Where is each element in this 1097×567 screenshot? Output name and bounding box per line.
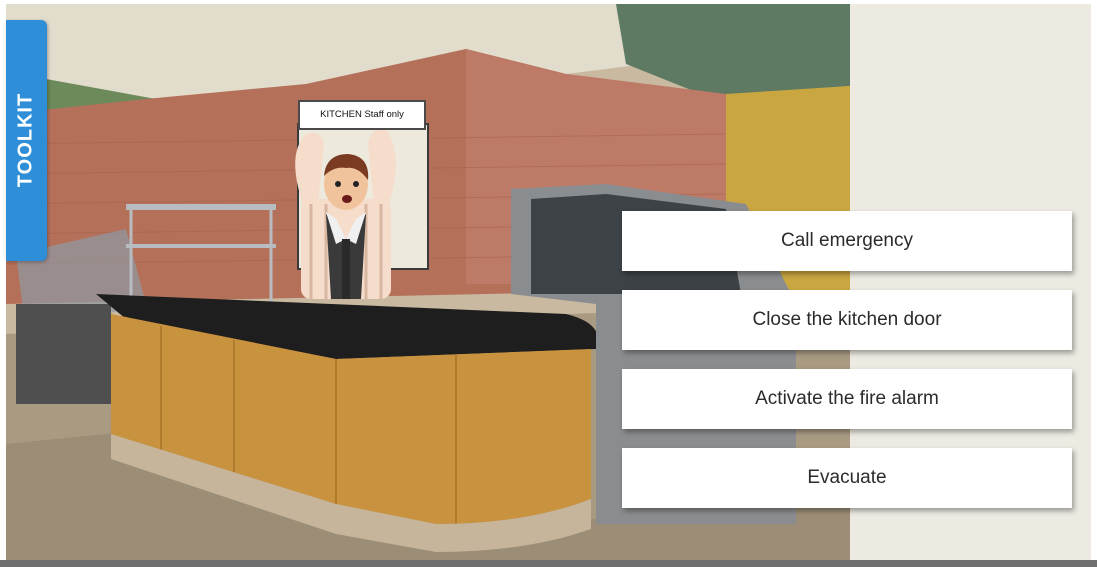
option-close-kitchen-door[interactable]: Close the kitchen door — [622, 290, 1072, 350]
panicked-man-figure — [295, 128, 396, 299]
option-label: Evacuate — [807, 467, 887, 488]
option-label: Call emergency — [781, 230, 913, 251]
bottom-bar — [0, 560, 1097, 567]
toolkit-label: TOOLKIT — [14, 92, 37, 188]
kitchen-staff-only-sign: KITCHEN Staff only — [298, 100, 426, 130]
option-label: Activate the fire alarm — [755, 388, 939, 409]
toolkit-tab[interactable]: TOOLKIT — [6, 20, 47, 261]
option-evacuate[interactable]: Evacuate — [622, 448, 1072, 508]
option-activate-fire-alarm[interactable]: Activate the fire alarm — [622, 369, 1072, 429]
option-label: Close the kitchen door — [752, 309, 942, 330]
option-call-emergency[interactable]: Call emergency — [622, 211, 1072, 271]
